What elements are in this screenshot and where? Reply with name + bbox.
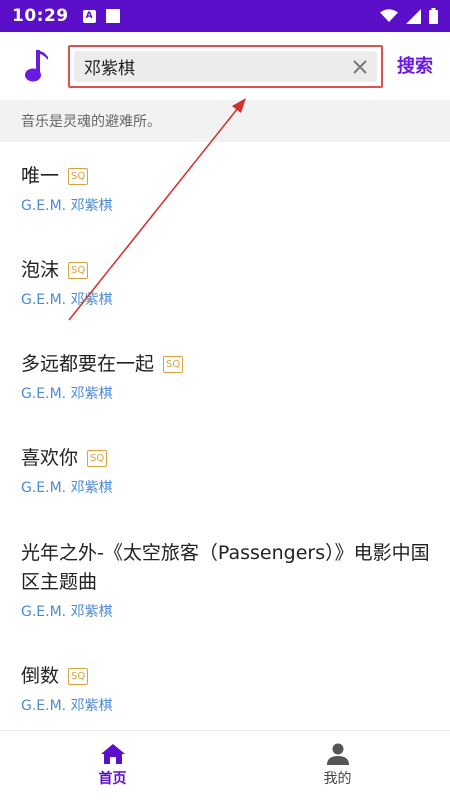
- list-item[interactable]: 喜欢你 SQ G.E.M. 邓紫棋: [0, 444, 450, 497]
- search-field-container: [74, 51, 377, 82]
- music-note-icon: [25, 50, 48, 82]
- song-artist: G.E.M. 邓紫棋: [21, 386, 113, 402]
- bottom-nav: 首页 我的: [0, 730, 450, 800]
- wifi-icon: [380, 9, 398, 22]
- nav-mine-label: 我的: [323, 771, 352, 787]
- song-artist: G.E.M. 邓紫棋: [21, 604, 113, 620]
- notification-icon: A: [82, 9, 96, 23]
- sq-badge: SQ: [68, 168, 89, 185]
- sq-badge: SQ: [68, 668, 89, 685]
- search-button[interactable]: 搜索: [397, 52, 433, 78]
- sq-badge: SQ: [163, 356, 184, 373]
- song-title: 唯一: [21, 165, 60, 187]
- slogan-text: 音乐是灵魂的避难所。: [21, 114, 161, 130]
- slogan-banner: 音乐是灵魂的避难所。: [0, 100, 450, 142]
- search-box: [68, 45, 383, 88]
- song-title: 倒数: [21, 665, 60, 687]
- clear-icon[interactable]: [351, 58, 369, 76]
- status-bar: 10:29 A: [0, 0, 450, 32]
- list-item[interactable]: 多远都要在一起 SQ G.E.M. 邓紫棋: [0, 350, 450, 403]
- person-icon: [326, 743, 349, 765]
- nav-home-label: 首页: [98, 771, 127, 787]
- nav-home[interactable]: 首页: [0, 731, 225, 800]
- sq-badge: SQ: [68, 262, 89, 279]
- song-title: 泡沫: [21, 259, 60, 281]
- status-time: 10:29: [12, 6, 69, 26]
- nav-mine[interactable]: 我的: [225, 731, 450, 800]
- song-artist: G.E.M. 邓紫棋: [21, 292, 113, 308]
- list-item[interactable]: 唯一 SQ G.E.M. 邓紫棋: [0, 162, 450, 215]
- song-title: 多远都要在一起: [21, 353, 155, 375]
- list-item[interactable]: 泡沫 SQ G.E.M. 邓紫棋: [0, 256, 450, 309]
- search-input[interactable]: [84, 56, 351, 77]
- list-item[interactable]: 倒数 SQ G.E.M. 邓紫棋: [0, 662, 450, 715]
- status-right-icons: [380, 8, 438, 24]
- header: 搜索: [0, 32, 450, 100]
- sq-badge: SQ: [87, 450, 108, 467]
- song-artist: G.E.M. 邓紫棋: [21, 480, 113, 496]
- battery-icon: [429, 8, 438, 24]
- notification-square-icon: [105, 9, 120, 23]
- home-icon: [100, 744, 125, 764]
- list-item[interactable]: 光年之外-《太空旅客（Passengers）》电影中国区主题曲 G.E.M. 邓…: [0, 539, 430, 621]
- song-artist: G.E.M. 邓紫棋: [21, 698, 113, 714]
- song-title: 喜欢你: [21, 447, 79, 469]
- song-title: 光年之外-《太空旅客（Passengers）》电影中国区主题曲: [21, 542, 430, 593]
- song-artist: G.E.M. 邓紫棋: [21, 198, 113, 214]
- signal-icon: [406, 8, 421, 24]
